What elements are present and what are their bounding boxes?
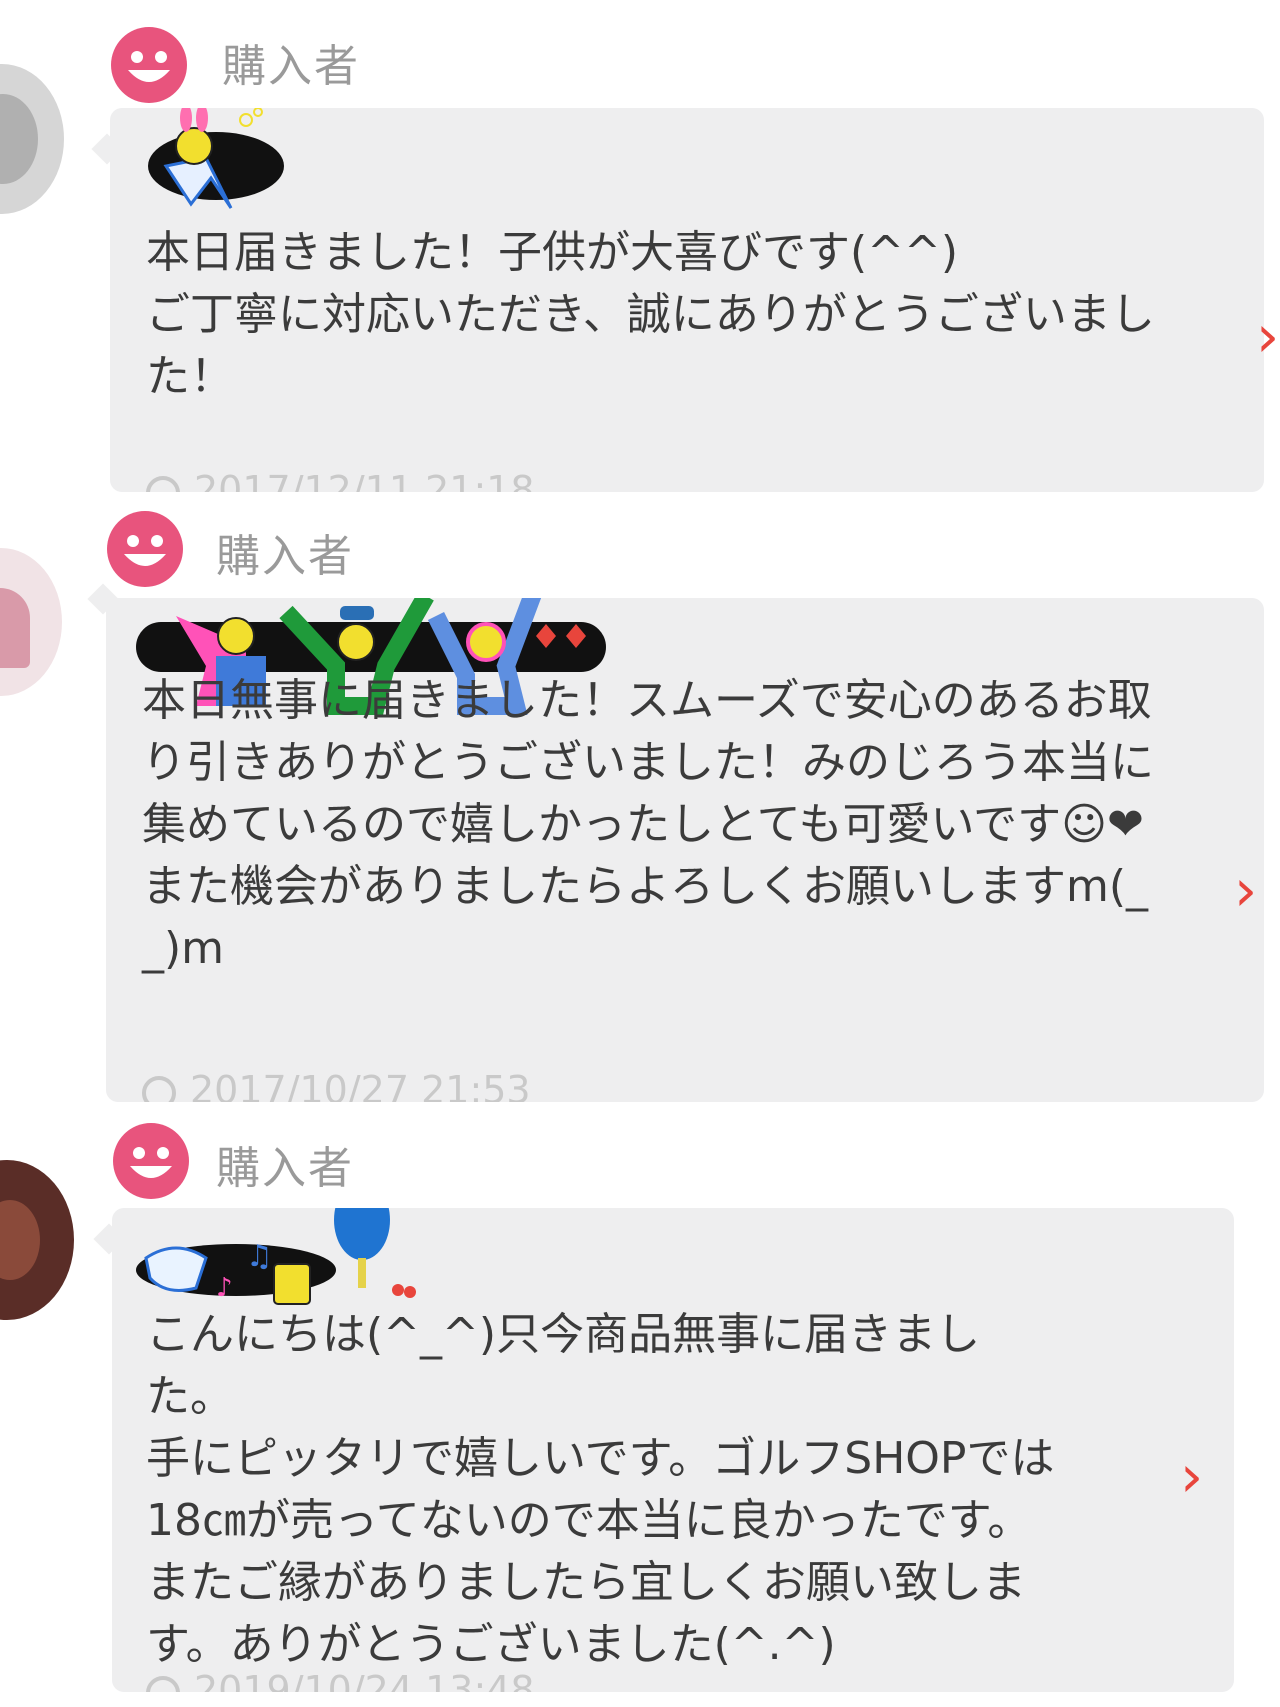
review-bubble[interactable]: 本日無事に届きました！スムーズで安心のあるお取り引きありがとうございました！みの… [106,598,1264,1102]
review-date: 2019/10/24 13:48 [146,1668,535,1692]
review-date: 2017/10/27 21:53 [142,1068,531,1102]
avatar[interactable] [0,548,62,696]
review-date: 2017/12/11 21:18 [146,468,535,492]
svg-text:♫: ♫ [246,1239,273,1274]
clock-icon [142,1075,176,1102]
review-message: 本日無事に届きました！スムーズで安心のあるお取り引きありがとうございました！みの… [142,675,1154,974]
role-label: 購入者 [216,1143,354,1194]
smiley-face-icon [111,27,187,103]
clock-icon [146,1675,180,1692]
review-item[interactable]: 購入者 本日届きました！子供が大喜びです(^^) ご丁寧に対応いただき、誠にあり… [0,0,1280,500]
svg-text:♪: ♪ [216,1273,233,1303]
review-message: 本日届きました！子供が大喜びです(^^) ご丁寧に対応いただき、誠にありがとうご… [146,227,1155,402]
username-sticker [148,108,284,209]
review-bubble[interactable]: 本日届きました！子供が大喜びです(^^) ご丁寧に対応いただき、誠にありがとうご… [110,108,1264,492]
avatar[interactable] [0,64,64,214]
clock-icon [146,475,180,492]
chevron-right-icon[interactable]: › [1180,1442,1203,1510]
role-label: 購入者 [216,531,354,582]
review-message: こんにちは(^_^)只今商品無事に届きました。 手にピッタリで嬉しいです。ゴルフ… [146,1309,1055,1670]
role-label: 購入者 [222,41,360,92]
username-sticker: ♪ ♫ [136,1208,416,1305]
review-item[interactable]: 購入者 本日無事に届きました！スムーズで安心のあるお取り引きありがとうございまし… [0,508,1280,1108]
avatar[interactable] [0,1160,74,1320]
chevron-right-icon[interactable]: › [1234,856,1257,924]
smiley-face-icon [113,1123,189,1199]
review-item[interactable]: 購入者 ♪ ♫ こんにちは(^_^)只今商品無事に届きました。 手にピッタリで嬉… [0,1118,1280,1707]
smiley-face-icon [107,511,183,587]
review-bubble[interactable]: ♪ ♫ こんにちは(^_^)只今商品無事に届きました。 手にピッタリで嬉しいです… [112,1208,1234,1692]
chevron-right-icon[interactable]: › [1256,302,1279,370]
